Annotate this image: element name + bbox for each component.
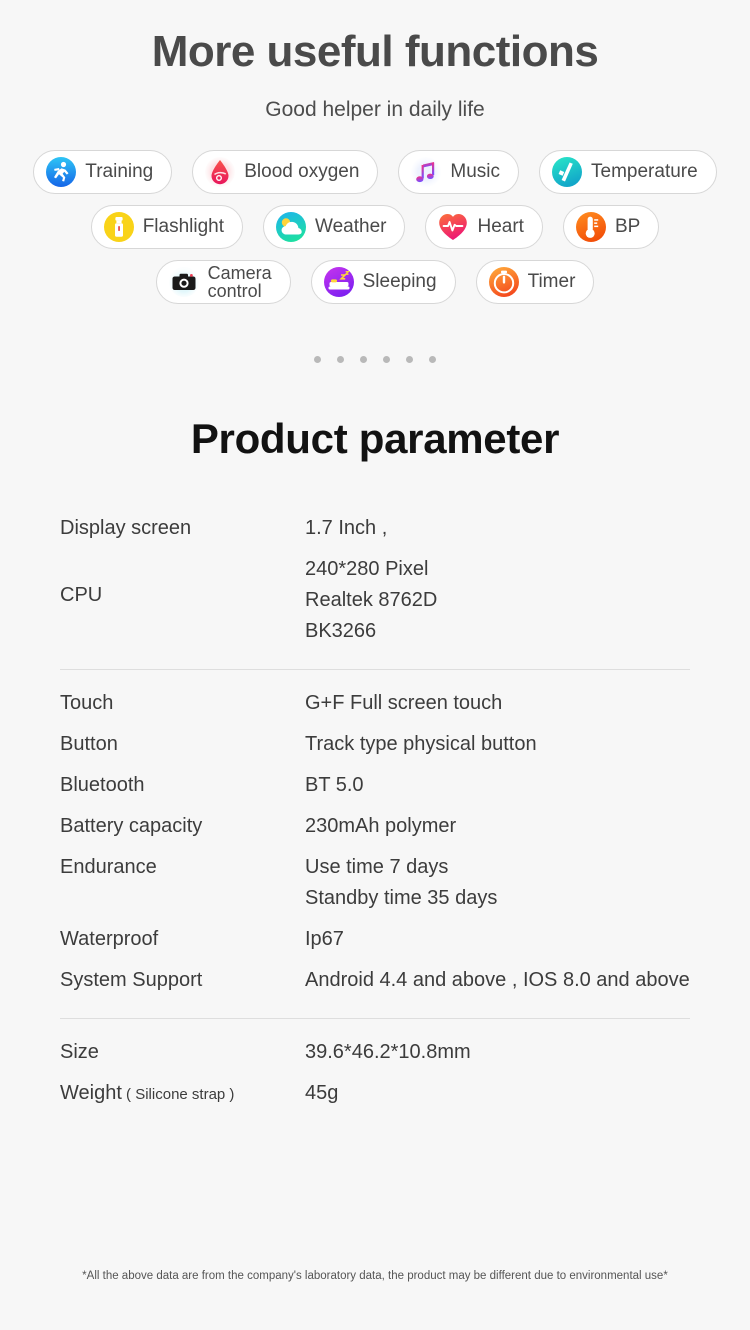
spec-key-note: ( Silicone strap )	[121, 1086, 235, 1104]
pagination-dot[interactable]	[360, 356, 367, 364]
blood-drop-icon	[203, 155, 237, 189]
feature-pill-blood-oxygen[interactable]: Blood oxygen	[192, 150, 379, 195]
spec-row: Battery capacity 230mAh polymer	[60, 811, 690, 842]
hero-section: More useful functions Good helper in dai…	[0, 0, 750, 122]
feature-pill-label: Timer	[527, 271, 576, 293]
spec-key: Weight ( Silicone strap )	[60, 1078, 305, 1109]
spec-key: Size	[60, 1041, 99, 1064]
spec-row: Waterproof Ip67	[60, 924, 690, 955]
spec-key: CPU	[60, 584, 103, 607]
feature-pill-music[interactable]: Music	[398, 150, 520, 195]
feature-pill-label: BP	[614, 216, 641, 238]
spec-row: CPU 240*280 Pixel Realtek 8762D BK3266	[60, 554, 690, 647]
feature-pill-flashlight[interactable]: Flashlight	[90, 205, 244, 250]
pagination-dot[interactable]	[337, 356, 344, 364]
feature-pill-heart[interactable]: Heart	[425, 205, 543, 250]
spec-key: System Support	[60, 969, 203, 992]
spec-row: Touch G+F Full screen touch	[60, 688, 690, 719]
disclaimer-footnote: *All the above data are from the company…	[82, 1270, 668, 1282]
feature-pill-camera-control[interactable]: Camera control	[155, 260, 291, 305]
spec-row: Bluetooth BT 5.0	[60, 770, 690, 801]
spec-row: Display screen 1.7 Inch ,	[60, 513, 690, 544]
music-note-icon	[409, 155, 443, 189]
stopwatch-icon	[487, 265, 521, 299]
camera-icon	[167, 265, 201, 299]
spec-row: Size 39.6*46.2*10.8mm	[60, 1037, 690, 1068]
spec-group: Touch G+F Full screen touch Button Track…	[60, 669, 690, 1018]
spec-value: 1.7 Inch ,	[305, 517, 388, 540]
spec-value: Ip67	[305, 928, 344, 951]
pagination-dot[interactable]	[429, 356, 436, 364]
feature-pill-label: Sleeping	[362, 271, 437, 293]
feature-pill-label: Blood oxygen	[244, 161, 360, 183]
thermometer-gun-icon	[550, 155, 584, 189]
spec-value: Android 4.4 and above , IOS 8.0 and abov…	[305, 969, 690, 992]
feature-pill-temperature[interactable]: Temperature	[539, 150, 717, 195]
spec-value: 230mAh polymer	[305, 815, 457, 838]
feature-pill-weather[interactable]: Weather	[263, 205, 406, 250]
spec-group: Display screen 1.7 Inch , CPU 240*280 Pi…	[60, 513, 690, 669]
feature-pill-label: Temperature	[591, 161, 698, 183]
heart-pulse-icon	[436, 210, 470, 244]
feature-pill-label: Heart	[477, 216, 524, 238]
spec-key: Touch	[60, 692, 114, 715]
pagination-dots[interactable]	[0, 356, 750, 364]
spec-group: Size 39.6*46.2*10.8mm Weight ( Silicone …	[60, 1018, 690, 1131]
feature-pill-label: Training	[85, 161, 154, 183]
product-parameter-title: Product parameter	[190, 415, 560, 463]
page-title: More useful functions	[151, 27, 599, 76]
flashlight-icon	[102, 210, 136, 244]
spec-value: Track type physical button	[305, 733, 537, 756]
spec-value: 45g	[305, 1082, 339, 1105]
spec-value: BT 5.0	[305, 774, 364, 797]
spec-row: Button Track type physical button	[60, 729, 690, 760]
thermometer-icon	[574, 210, 608, 244]
feature-pill-training[interactable]: Training	[33, 150, 173, 195]
spec-value: 39.6*46.2*10.8mm	[305, 1041, 471, 1064]
feature-pill-row: Flashlight Weather Heart BP	[0, 205, 750, 250]
spec-row: System Support Android 4.4 and above , I…	[60, 965, 690, 996]
spec-key: Waterproof	[60, 928, 159, 951]
spec-value: G+F Full screen touch	[305, 692, 503, 715]
spec-row: Weight ( Silicone strap ) 45g	[60, 1078, 690, 1109]
spec-key: Button	[60, 733, 118, 756]
feature-pill-timer[interactable]: Timer	[475, 260, 595, 305]
running-person-icon	[44, 155, 78, 189]
spec-value: Use time 7 days Standby time 35 days	[305, 856, 498, 910]
product-parameter-table: Display screen 1.7 Inch , CPU 240*280 Pi…	[60, 513, 690, 1131]
sun-cloud-icon	[274, 210, 308, 244]
spec-key: Bluetooth	[60, 774, 145, 797]
bed-icon	[322, 265, 356, 299]
feature-pill-label: Flashlight	[142, 216, 225, 238]
feature-pill-row: Training Blood oxygen Music Temperature	[0, 150, 750, 195]
feature-pill-sleeping[interactable]: Sleeping	[310, 260, 456, 305]
spec-key: Battery capacity	[60, 815, 203, 838]
pagination-dot[interactable]	[406, 356, 413, 364]
spec-value: 240*280 Pixel Realtek 8762D BK3266	[305, 558, 438, 643]
pagination-dot[interactable]	[314, 356, 321, 364]
feature-pill-label: Camera control	[207, 263, 272, 302]
feature-pill-list: Training Blood oxygen Music Temperature …	[0, 150, 750, 305]
spec-key: Endurance	[60, 856, 157, 879]
feature-pill-label: Weather	[315, 216, 387, 238]
pagination-dot[interactable]	[383, 356, 390, 364]
page-subtitle: Good helper in daily life	[265, 98, 485, 122]
feature-pill-label: Music	[450, 161, 501, 183]
spec-row: Endurance Use time 7 days Standby time 3…	[60, 852, 690, 914]
spec-key-main: Weight	[60, 1082, 122, 1105]
spec-key: Display screen	[60, 517, 192, 540]
feature-pill-bp[interactable]: BP	[562, 205, 660, 250]
feature-pill-row: Camera control Sleeping Timer	[0, 260, 750, 305]
